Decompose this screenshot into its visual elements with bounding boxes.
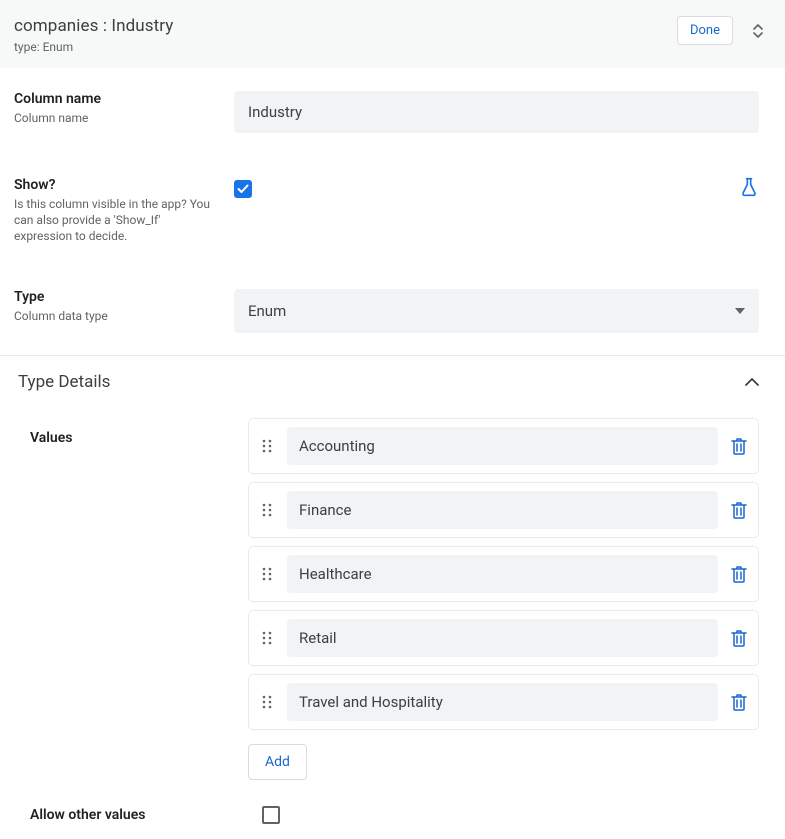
- trash-icon[interactable]: [730, 693, 748, 711]
- panel-header: companies : Industry type: Enum Done: [0, 0, 785, 69]
- expand-collapse-icon[interactable]: [749, 22, 767, 40]
- trash-icon[interactable]: [730, 565, 748, 583]
- show-hint: Is this column visible in the app? You c…: [14, 196, 214, 245]
- value-input[interactable]: [287, 427, 718, 465]
- add-value-button[interactable]: Add: [248, 744, 307, 780]
- value-item: [248, 546, 759, 602]
- type-label: Type: [14, 289, 234, 305]
- trash-icon[interactable]: [730, 501, 748, 519]
- beaker-icon[interactable]: [739, 177, 759, 201]
- type-hint: Column data type: [14, 308, 214, 324]
- type-details-title: Type Details: [18, 372, 110, 392]
- allow-other-checkbox[interactable]: [262, 806, 280, 824]
- column-name-row: Column name Column name: [0, 69, 785, 155]
- show-checkbox[interactable]: [234, 180, 252, 198]
- value-item: [248, 482, 759, 538]
- chevron-up-icon: [745, 377, 759, 386]
- drag-handle-icon[interactable]: [259, 694, 275, 710]
- trash-icon[interactable]: [730, 437, 748, 455]
- type-select-value: Enum: [248, 302, 286, 320]
- type-select[interactable]: Enum: [234, 289, 759, 333]
- values-row: Values: [0, 408, 785, 790]
- value-item: [248, 610, 759, 666]
- value-input[interactable]: [287, 491, 718, 529]
- type-details-header[interactable]: Type Details: [0, 355, 785, 408]
- value-item: [248, 418, 759, 474]
- show-label: Show?: [14, 177, 234, 193]
- done-button[interactable]: Done: [677, 16, 733, 45]
- value-input[interactable]: [287, 619, 718, 657]
- values-label: Values: [30, 430, 248, 446]
- value-input[interactable]: [287, 555, 718, 593]
- type-row: Type Column data type Enum: [0, 267, 785, 355]
- show-row: Show? Is this column visible in the app?…: [0, 155, 785, 267]
- drag-handle-icon[interactable]: [259, 630, 275, 646]
- check-icon: [236, 182, 250, 196]
- value-input[interactable]: [287, 683, 718, 721]
- panel-subtitle: type: Enum: [14, 40, 173, 54]
- column-name-hint: Column name: [14, 110, 214, 126]
- column-name-input[interactable]: [234, 91, 759, 133]
- allow-other-label: Allow other values: [30, 807, 262, 823]
- value-item: [248, 674, 759, 730]
- trash-icon[interactable]: [730, 629, 748, 647]
- panel-title: companies : Industry: [14, 16, 173, 36]
- chevron-down-icon: [735, 308, 745, 314]
- allow-other-row: Allow other values: [0, 790, 785, 839]
- drag-handle-icon[interactable]: [259, 438, 275, 454]
- drag-handle-icon[interactable]: [259, 566, 275, 582]
- drag-handle-icon[interactable]: [259, 502, 275, 518]
- column-name-label: Column name: [14, 91, 234, 107]
